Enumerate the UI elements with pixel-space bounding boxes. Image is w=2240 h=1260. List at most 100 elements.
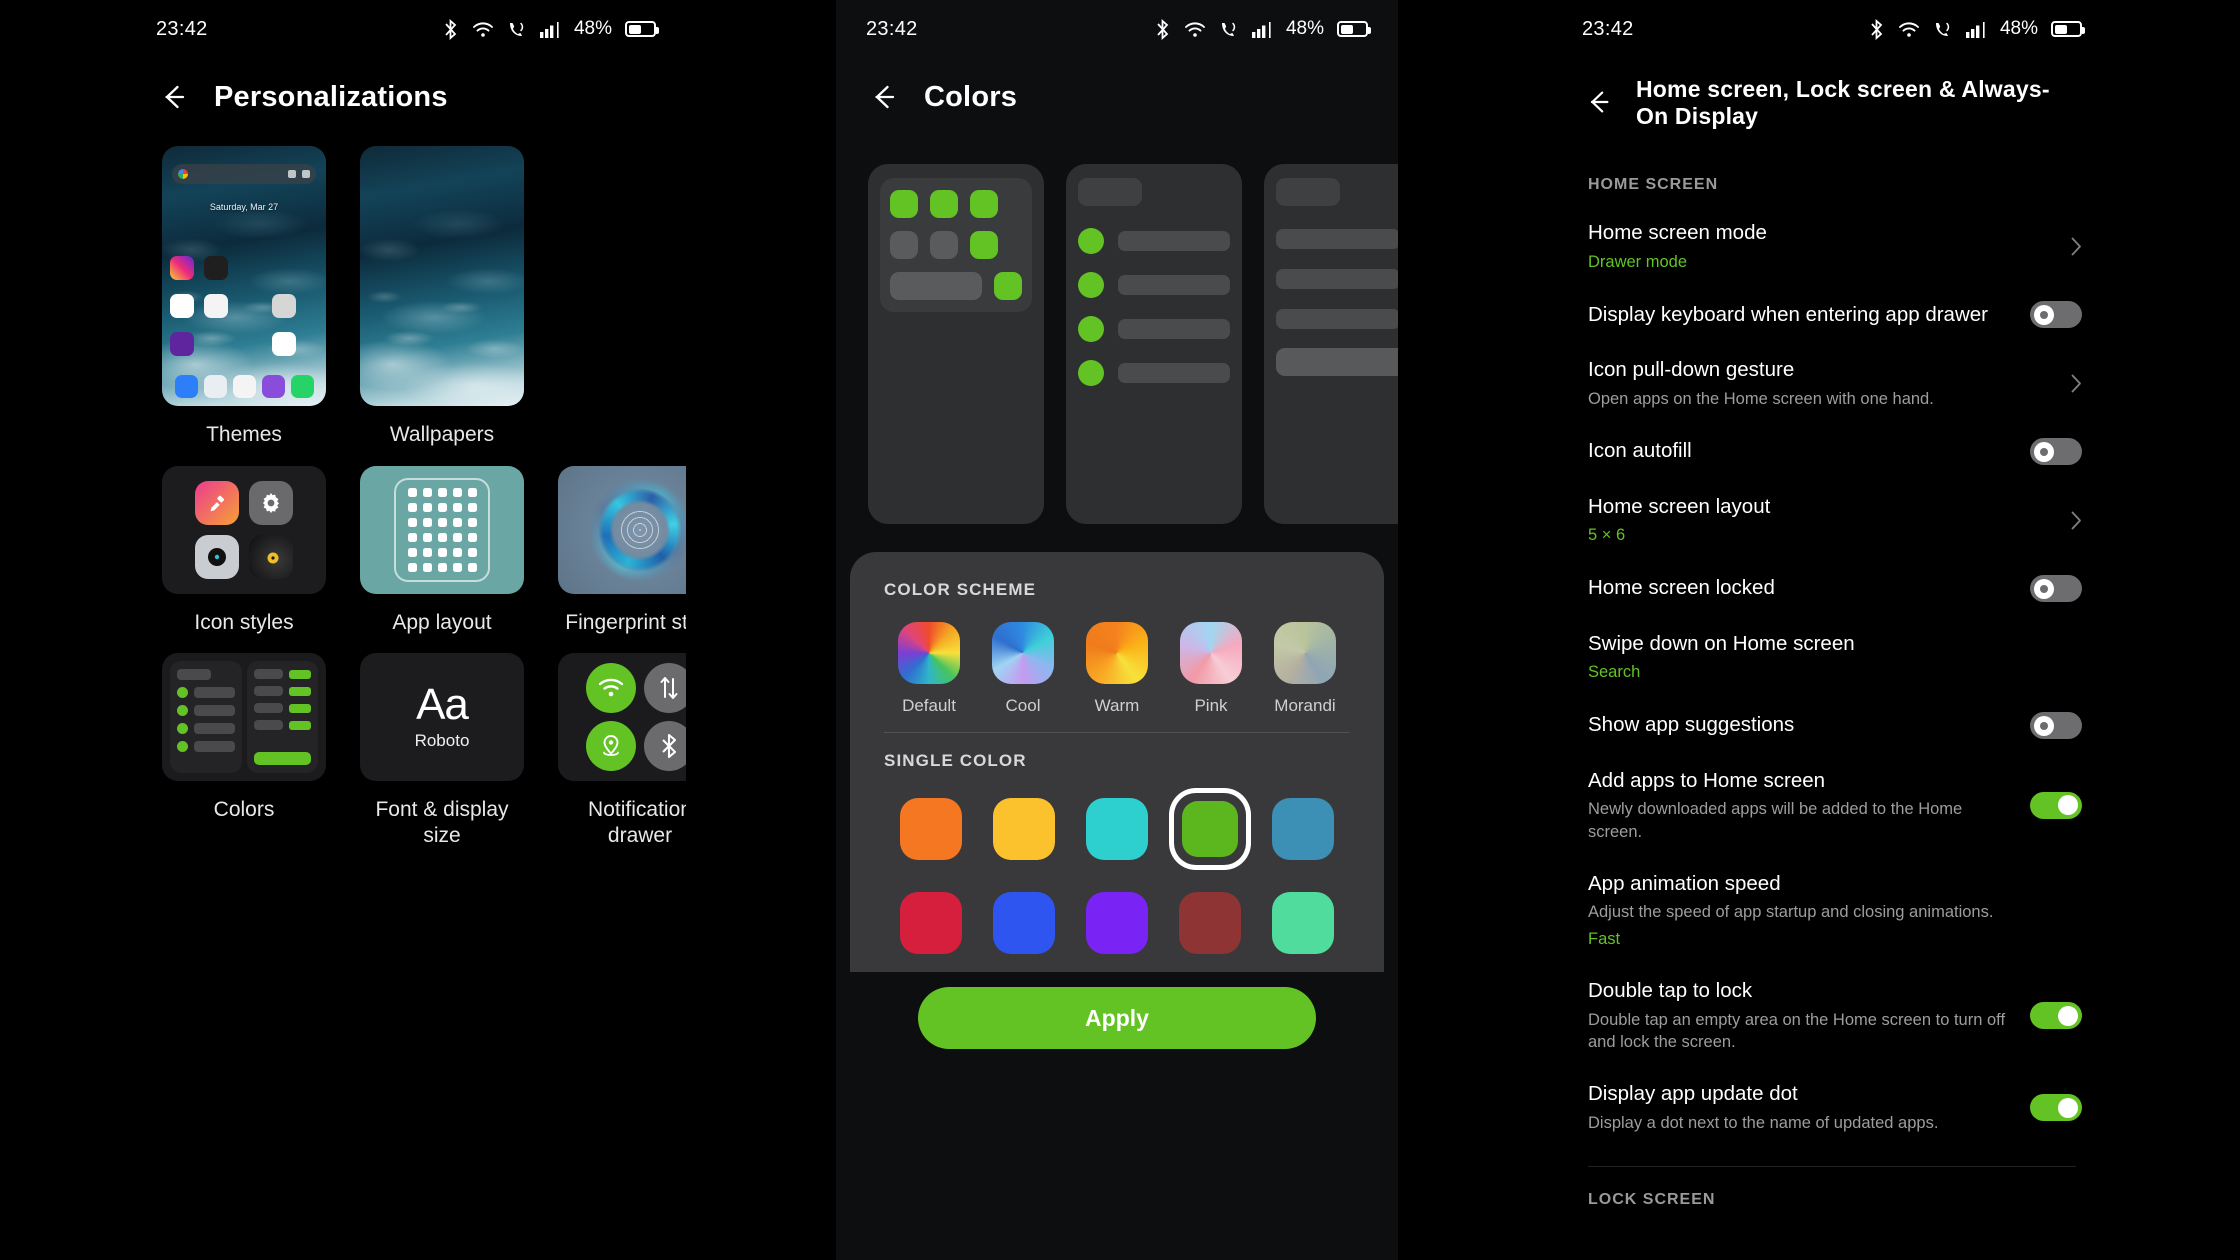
tile-themes[interactable]: Saturday, Mar 27 Themes bbox=[162, 146, 326, 448]
setting-title: Double tap to lock bbox=[1588, 978, 1753, 1002]
setting-title: Home screen mode bbox=[1588, 221, 1767, 244]
setting-title: Icon autofill bbox=[1588, 439, 1692, 463]
back-arrow-icon[interactable] bbox=[156, 80, 190, 114]
scheme-label: Cool bbox=[1005, 696, 1041, 715]
chevron-right-icon bbox=[2071, 511, 2082, 530]
home-app-icons bbox=[170, 256, 318, 370]
panel-colors: 23:42 48% Colors COLOR SCHEME Default Co… bbox=[836, 0, 1398, 1260]
swatch-cyan[interactable] bbox=[1081, 793, 1153, 865]
scheme-label: Default bbox=[902, 696, 956, 715]
setting-app-animation-speed[interactable]: App animation speed Adjust the speed of … bbox=[1552, 857, 2112, 964]
scheme-default[interactable]: Default bbox=[884, 622, 974, 716]
setting-value: Search bbox=[1588, 663, 1641, 682]
wallpapers-preview bbox=[360, 146, 524, 406]
volte-call-icon bbox=[1933, 20, 1953, 39]
color-scheme-options: Default Cool Warm Pink Morandi bbox=[884, 622, 1350, 716]
scheme-label: Warm bbox=[1094, 696, 1140, 715]
signal-bars-icon bbox=[539, 21, 561, 38]
setting-value: 5 × 6 bbox=[1588, 526, 1626, 545]
toggle-home-screen-locked[interactable] bbox=[2030, 575, 2082, 603]
apply-button[interactable]: Apply bbox=[918, 987, 1316, 1049]
tile-fingerprint-style[interactable]: Fingerprint style bbox=[558, 465, 686, 636]
settings-list: HOME SCREEN Home screen mode Drawer mode… bbox=[1552, 144, 2112, 1221]
setting-title: Swipe down on Home screen bbox=[1588, 631, 1855, 655]
swatch-amber[interactable] bbox=[988, 793, 1060, 865]
status-bar-1: 23:42 48% bbox=[126, 0, 686, 58]
bluetooth-icon bbox=[1868, 18, 1885, 40]
battery-icon bbox=[1337, 21, 1371, 37]
tile-label: Font & display size bbox=[375, 798, 509, 847]
scheme-warm[interactable]: Warm bbox=[1072, 622, 1162, 716]
signal-bars-icon bbox=[1965, 21, 1987, 38]
swatch-brick[interactable] bbox=[1174, 887, 1246, 959]
scheme-swatch bbox=[992, 622, 1054, 684]
scheme-morandi[interactable]: Morandi bbox=[1260, 622, 1350, 716]
tile-label: Fingerprint style bbox=[565, 610, 686, 634]
setting-icon-pull-down-gesture[interactable]: Icon pull-down gesture Open apps on the … bbox=[1552, 343, 2112, 424]
font-preview: Aa Roboto bbox=[360, 653, 524, 782]
setting-swipe-down-home-screen[interactable]: Swipe down on Home screen Search bbox=[1552, 617, 2112, 698]
tile-row-3: Colors Aa Roboto Font & display size Not… bbox=[162, 653, 686, 848]
swatch-orange[interactable] bbox=[895, 793, 967, 865]
section-header-home-screen: HOME SCREEN bbox=[1588, 176, 1719, 193]
swatch-violet[interactable] bbox=[1081, 887, 1153, 959]
battery-percent: 48% bbox=[1285, 18, 1324, 39]
preview-card-settings[interactable] bbox=[1264, 164, 1398, 524]
setting-home-screen-layout[interactable]: Home screen layout 5 × 6 bbox=[1552, 480, 2112, 561]
tile-colors[interactable]: Colors bbox=[162, 653, 326, 848]
app-bar-1: Personalizations bbox=[126, 58, 686, 128]
setting-title: Icon pull-down gesture bbox=[1588, 357, 1795, 381]
toggle-add-apps-to-home-screen[interactable] bbox=[2030, 791, 2082, 819]
swatch-green-selected[interactable] bbox=[1174, 793, 1246, 865]
preview-card-home[interactable] bbox=[868, 164, 1044, 524]
bluetooth-icon bbox=[1154, 18, 1171, 40]
tile-font-display-size[interactable]: Aa Roboto Font & display size bbox=[360, 653, 524, 848]
tile-label: Themes bbox=[206, 423, 282, 446]
color-options-sheet: COLOR SCHEME Default Cool Warm Pink Mora… bbox=[850, 552, 1384, 1049]
tile-label: Wallpapers bbox=[389, 423, 495, 446]
setting-home-screen-mode[interactable]: Home screen mode Drawer mode bbox=[1552, 206, 2112, 287]
tile-wallpapers[interactable]: Wallpapers bbox=[360, 146, 524, 448]
back-arrow-icon[interactable] bbox=[866, 80, 900, 114]
setting-subtitle: Display a dot next to the name of update… bbox=[1588, 1113, 1939, 1132]
swatch-mint[interactable] bbox=[1267, 887, 1339, 959]
tile-label: App layout bbox=[392, 610, 492, 634]
tile-app-layout[interactable]: App layout bbox=[360, 465, 524, 636]
scheme-cool[interactable]: Cool bbox=[978, 622, 1068, 716]
setting-icon-autofill[interactable]: Icon autofill bbox=[1552, 424, 2112, 480]
setting-value: Drawer mode bbox=[1588, 252, 1688, 271]
setting-add-apps-to-home-screen[interactable]: Add apps to Home screen Newly downloaded… bbox=[1552, 754, 2112, 857]
font-name: Roboto bbox=[414, 731, 470, 751]
font-sample: Aa bbox=[416, 680, 469, 730]
toggle-show-app-suggestions[interactable] bbox=[2030, 712, 2082, 740]
screenshot-stage: 23:42 48% Personalizations Saturday, Mar… bbox=[0, 0, 2240, 1260]
toggle-display-keyboard[interactable] bbox=[2030, 301, 2082, 329]
tile-icon-styles[interactable]: Icon styles bbox=[162, 465, 326, 636]
setting-home-screen-locked[interactable]: Home screen locked bbox=[1552, 561, 2112, 617]
google-icon bbox=[178, 169, 188, 179]
colors-preview bbox=[162, 653, 326, 782]
scheme-pink[interactable]: Pink bbox=[1166, 622, 1256, 716]
scheme-swatch bbox=[1086, 622, 1148, 684]
single-color-swatches bbox=[884, 793, 1350, 959]
setting-show-app-suggestions[interactable]: Show app suggestions bbox=[1552, 698, 2112, 754]
panel-home-lock-aod: 23:42 48% Home screen, Lock screen & Alw… bbox=[1552, 0, 2112, 1260]
swatch-crimson[interactable] bbox=[895, 887, 967, 959]
toggle-display-app-update-dot[interactable] bbox=[2030, 1094, 2082, 1122]
setting-display-keyboard-app-drawer[interactable]: Display keyboard when entering app drawe… bbox=[1552, 287, 2112, 343]
setting-double-tap-to-lock[interactable]: Double tap to lock Double tap an empty a… bbox=[1552, 964, 2112, 1067]
fingerprint-preview bbox=[558, 465, 686, 594]
tile-notification-drawer[interactable]: Notification drawer bbox=[558, 653, 686, 848]
scheme-label: Pink bbox=[1194, 696, 1228, 715]
toggle-icon-autofill[interactable] bbox=[2030, 438, 2082, 466]
swatch-steel-blue[interactable] bbox=[1267, 793, 1339, 865]
status-time: 23:42 bbox=[866, 17, 918, 40]
preview-card-list[interactable] bbox=[1066, 164, 1242, 524]
swatch-blue[interactable] bbox=[988, 887, 1060, 959]
tile-label: Colors bbox=[213, 798, 275, 822]
panel-personalizations: 23:42 48% Personalizations Saturday, Mar… bbox=[126, 0, 686, 1260]
toggle-double-tap-to-lock[interactable] bbox=[2030, 1002, 2082, 1030]
back-arrow-icon[interactable] bbox=[1582, 86, 1616, 120]
setting-display-app-update-dot[interactable]: Display app update dot Display a dot nex… bbox=[1552, 1067, 2112, 1148]
search-bar-icons bbox=[288, 170, 310, 178]
